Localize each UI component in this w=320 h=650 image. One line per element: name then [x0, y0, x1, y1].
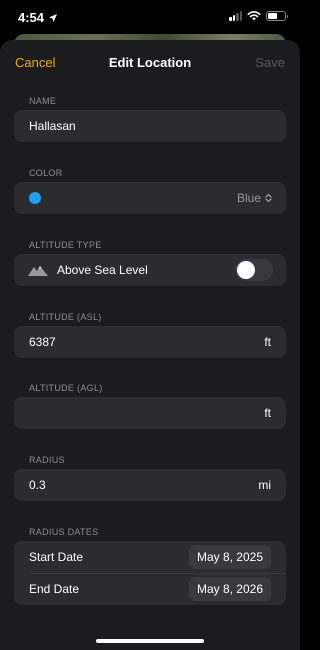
name-field[interactable]: Hallasan	[14, 110, 286, 142]
name-value: Hallasan	[29, 119, 76, 133]
clock: 4:54	[18, 10, 45, 25]
chevron-updown-icon	[265, 193, 272, 203]
toggle-knob	[237, 261, 255, 279]
radius-dates-group: Start Date May 8, 2025 End Date May 8, 2…	[14, 541, 286, 605]
mountain-icon	[28, 266, 48, 276]
status-icons	[229, 11, 288, 21]
altitude-type-toggle[interactable]	[235, 259, 273, 281]
radius-unit: mi	[258, 478, 271, 492]
color-value: Blue	[236, 191, 261, 205]
altitude-agl-label: ALTITUDE (AGL)	[29, 383, 103, 393]
altitude-type-label: ALTITUDE TYPE	[29, 240, 102, 250]
altitude-agl-field[interactable]: ft	[14, 397, 286, 429]
status-bar: 4:54	[0, 0, 300, 36]
altitude-asl-label: ALTITUDE (ASL)	[29, 312, 102, 322]
battery-icon	[266, 11, 288, 21]
end-date-row: End Date May 8, 2026	[14, 573, 286, 605]
status-time: 4:54	[18, 10, 58, 25]
color-picker[interactable]: Blue	[14, 182, 286, 214]
radius-field[interactable]: 0.3 mi	[14, 469, 286, 501]
nav-bar: Cancel Edit Location Save	[0, 40, 300, 84]
color-label: COLOR	[29, 168, 63, 178]
altitude-type-value: Above Sea Level	[57, 263, 148, 277]
start-date-picker[interactable]: May 8, 2025	[188, 545, 271, 569]
end-date-label: End Date	[29, 582, 80, 596]
start-date-row: Start Date May 8, 2025	[14, 541, 286, 573]
altitude-type-row: Above Sea Level	[14, 254, 286, 286]
save-button[interactable]: Save	[255, 55, 285, 70]
location-arrow-icon	[49, 13, 58, 22]
color-select[interactable]: Blue	[237, 191, 272, 205]
radius-value: 0.3	[29, 478, 46, 492]
edit-location-sheet: Cancel Edit Location Save NAME Hallasan …	[0, 40, 300, 650]
altitude-agl-unit: ft	[264, 406, 271, 420]
wifi-icon	[247, 11, 261, 21]
altitude-asl-field[interactable]: 6387 ft	[14, 326, 286, 358]
altitude-asl-unit: ft	[264, 335, 271, 349]
home-indicator[interactable]	[96, 639, 204, 643]
name-label: NAME	[29, 96, 57, 106]
radius-label: RADIUS	[29, 455, 65, 465]
cellular-signal-icon	[229, 11, 242, 21]
radius-dates-label: RADIUS DATES	[29, 527, 99, 537]
altitude-asl-value: 6387	[29, 335, 56, 349]
color-swatch	[29, 192, 41, 204]
start-date-label: Start Date	[29, 550, 84, 564]
end-date-picker[interactable]: May 8, 2026	[188, 577, 271, 601]
